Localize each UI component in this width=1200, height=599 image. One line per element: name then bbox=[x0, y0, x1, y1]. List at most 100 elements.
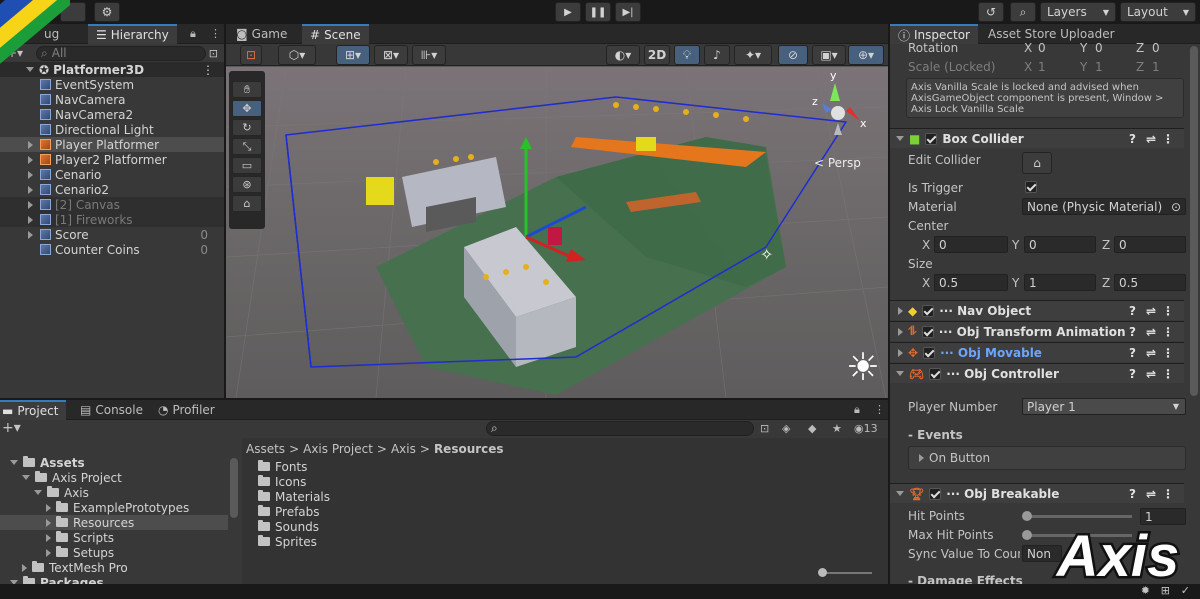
asset-folder-item[interactable]: Icons bbox=[258, 474, 330, 489]
orientation-gizmo[interactable]: y x z bbox=[810, 69, 870, 143]
snap-settings-button[interactable]: ⊪▾ bbox=[412, 45, 446, 65]
breadcrumb-item[interactable]: Assets bbox=[246, 442, 285, 456]
box-collider-header[interactable]: ■ Box Collider ? ⇌ ⋮ bbox=[890, 128, 1184, 148]
hierarchy-item[interactable]: Counter Coins 0 bbox=[0, 242, 224, 257]
effects-dropdown[interactable]: ✦▾ bbox=[734, 45, 772, 65]
lock-icon[interactable]: 🔒︎ bbox=[854, 403, 860, 417]
asset-folder-item[interactable]: Sounds bbox=[258, 519, 330, 534]
size-x-field[interactable]: 0.5 bbox=[934, 274, 1008, 291]
tab-hierarchy[interactable]: ☰ Hierarchy bbox=[88, 24, 177, 44]
zoom-slider-handle[interactable] bbox=[818, 568, 827, 577]
expand-icon[interactable] bbox=[46, 548, 51, 557]
help-icon[interactable]: ? bbox=[1129, 325, 1136, 339]
preset-icon[interactable]: ⇌ bbox=[1146, 346, 1156, 360]
toggle-2d-button[interactable]: 2D bbox=[644, 45, 670, 65]
expand-icon[interactable] bbox=[46, 533, 51, 542]
component-menu-icon[interactable]: ⋮ bbox=[1162, 304, 1174, 318]
layout-dropdown[interactable]: Layout ▼ bbox=[1120, 2, 1196, 22]
nav-object-enabled[interactable] bbox=[922, 304, 935, 317]
expand-icon[interactable] bbox=[28, 140, 33, 149]
settings-button[interactable]: ⚙ bbox=[94, 2, 120, 22]
expand-icon[interactable] bbox=[34, 490, 42, 495]
rot-y-value[interactable]: 0 bbox=[1095, 41, 1103, 55]
project-tree-item[interactable]: Scripts bbox=[0, 530, 228, 545]
menu-icon[interactable]: ⋮ bbox=[210, 27, 221, 40]
project-tree-item[interactable]: Assets bbox=[0, 455, 228, 470]
hierarchy-item[interactable]: Score 0 bbox=[0, 227, 224, 242]
expand-icon[interactable] bbox=[28, 215, 33, 224]
shading-mode-dropdown[interactable]: ◐▾ bbox=[606, 45, 640, 65]
move-tool[interactable]: ✥ bbox=[232, 100, 262, 117]
draw-mode-button[interactable]: ⊡ bbox=[240, 45, 262, 65]
expand-icon[interactable] bbox=[28, 200, 33, 209]
transform-tool[interactable]: ⊛ bbox=[232, 176, 262, 193]
expand-icon[interactable] bbox=[898, 306, 903, 315]
obj-controller-header[interactable]: 🎮︎ ··· Obj Controller ? ⇌ ⋮ bbox=[890, 363, 1184, 383]
asset-folder-item[interactable]: Prefabs bbox=[258, 504, 330, 519]
hierarchy-item[interactable]: NavCamera bbox=[0, 92, 224, 107]
filter-label-icon[interactable]: ◆ bbox=[808, 422, 816, 435]
tab-game[interactable]: ◙ Game bbox=[228, 24, 295, 44]
slider-handle[interactable] bbox=[1022, 530, 1032, 540]
breadcrumb-item[interactable]: Axis Project bbox=[303, 442, 373, 456]
tab-console[interactable]: ▤ Console bbox=[72, 400, 151, 420]
asset-folder-item[interactable]: Materials bbox=[258, 489, 330, 504]
hierarchy-item[interactable]: Player Platformer bbox=[0, 137, 224, 152]
hierarchy-item[interactable]: Player2 Platformer bbox=[0, 152, 224, 167]
preset-icon[interactable]: ⇌ bbox=[1146, 325, 1156, 339]
preset-icon[interactable]: ⇌ bbox=[1146, 367, 1156, 381]
search-options-icon[interactable]: ⊡ bbox=[209, 47, 218, 60]
help-icon[interactable]: ? bbox=[1129, 346, 1136, 360]
favorite-icon[interactable]: ★ bbox=[832, 422, 842, 435]
size-z-field[interactable]: 0.5 bbox=[1114, 274, 1186, 291]
obj-movable-enabled[interactable] bbox=[923, 346, 936, 359]
scene-viewport[interactable]: ✋︎ ✥ ↻ ⤡ ▭ ⊛ ⌂ y x z < Persp ☀ ✧ bbox=[226, 67, 888, 398]
menu-icon[interactable]: ⋮ bbox=[874, 403, 885, 416]
obj-controller-enabled[interactable] bbox=[929, 367, 942, 380]
component-menu-icon[interactable]: ⋮ bbox=[1162, 346, 1174, 360]
hierarchy-item[interactable]: Directional Light bbox=[0, 122, 224, 137]
help-icon[interactable]: ? bbox=[1129, 487, 1136, 501]
preset-icon[interactable]: ⇌ bbox=[1146, 132, 1156, 146]
projection-label[interactable]: < Persp bbox=[814, 156, 861, 170]
component-menu-icon[interactable]: ⋮ bbox=[1162, 132, 1174, 146]
create-button[interactable]: +▾ bbox=[2, 420, 21, 436]
rotate-tool[interactable]: ↻ bbox=[232, 119, 262, 136]
rect-tool[interactable]: ▭ bbox=[232, 157, 262, 174]
hand-tool[interactable]: ✋︎ bbox=[232, 81, 262, 98]
obj-breakable-enabled[interactable] bbox=[929, 487, 942, 500]
expand-icon[interactable] bbox=[28, 230, 33, 239]
lock-icon[interactable]: 🔒︎ bbox=[190, 27, 196, 41]
help-icon[interactable]: ? bbox=[1129, 304, 1136, 318]
breadcrumb-item[interactable]: Resources bbox=[434, 442, 504, 456]
rot-z-value[interactable]: 0 bbox=[1152, 41, 1160, 55]
step-button[interactable]: ▶| bbox=[615, 2, 641, 22]
object-picker-icon[interactable]: ⊙ bbox=[1171, 200, 1181, 214]
expand-icon[interactable] bbox=[46, 518, 51, 527]
on-button-event[interactable]: On Button bbox=[908, 446, 1186, 470]
scene-menu-icon[interactable]: ⋮ bbox=[202, 63, 214, 77]
obj-breakable-header[interactable]: 🏆︎ ··· Obj Breakable ? ⇌ ⋮ bbox=[890, 483, 1184, 503]
box-collider-enabled[interactable] bbox=[925, 132, 938, 145]
tab-project[interactable]: ▬ Project bbox=[0, 400, 67, 420]
gizmos-dropdown[interactable]: ⊕▾ bbox=[848, 45, 884, 65]
project-tree-item[interactable]: Packages bbox=[0, 575, 228, 584]
expand-icon[interactable] bbox=[28, 170, 33, 179]
project-tree-item[interactable]: ExamplePrototypes bbox=[0, 500, 228, 515]
audio-toggle[interactable]: ♪ bbox=[704, 45, 730, 65]
material-field[interactable]: None (Physic Material) ⊙ bbox=[1022, 198, 1186, 215]
preset-icon[interactable]: ⇌ bbox=[1146, 304, 1156, 318]
tree-scrollbar[interactable] bbox=[230, 458, 238, 518]
scale-tool[interactable]: ⤡ bbox=[232, 138, 262, 155]
expand-icon[interactable] bbox=[898, 348, 903, 357]
search-scope-icon[interactable]: ⊡ bbox=[760, 422, 769, 435]
hierarchy-item[interactable]: [1] Fireworks bbox=[0, 212, 224, 227]
project-tree-item[interactable]: Axis bbox=[0, 485, 228, 500]
tab-scene[interactable]: # Scene bbox=[302, 24, 369, 44]
camera-dropdown[interactable]: ▣▾ bbox=[812, 45, 846, 65]
expand-icon[interactable] bbox=[898, 327, 903, 336]
project-tree-item[interactable]: TextMesh Pro bbox=[0, 560, 228, 575]
obj-transform-animation-enabled[interactable] bbox=[921, 325, 934, 338]
center-z-field[interactable]: 0 bbox=[1114, 236, 1186, 253]
center-x-field[interactable]: 0 bbox=[934, 236, 1008, 253]
